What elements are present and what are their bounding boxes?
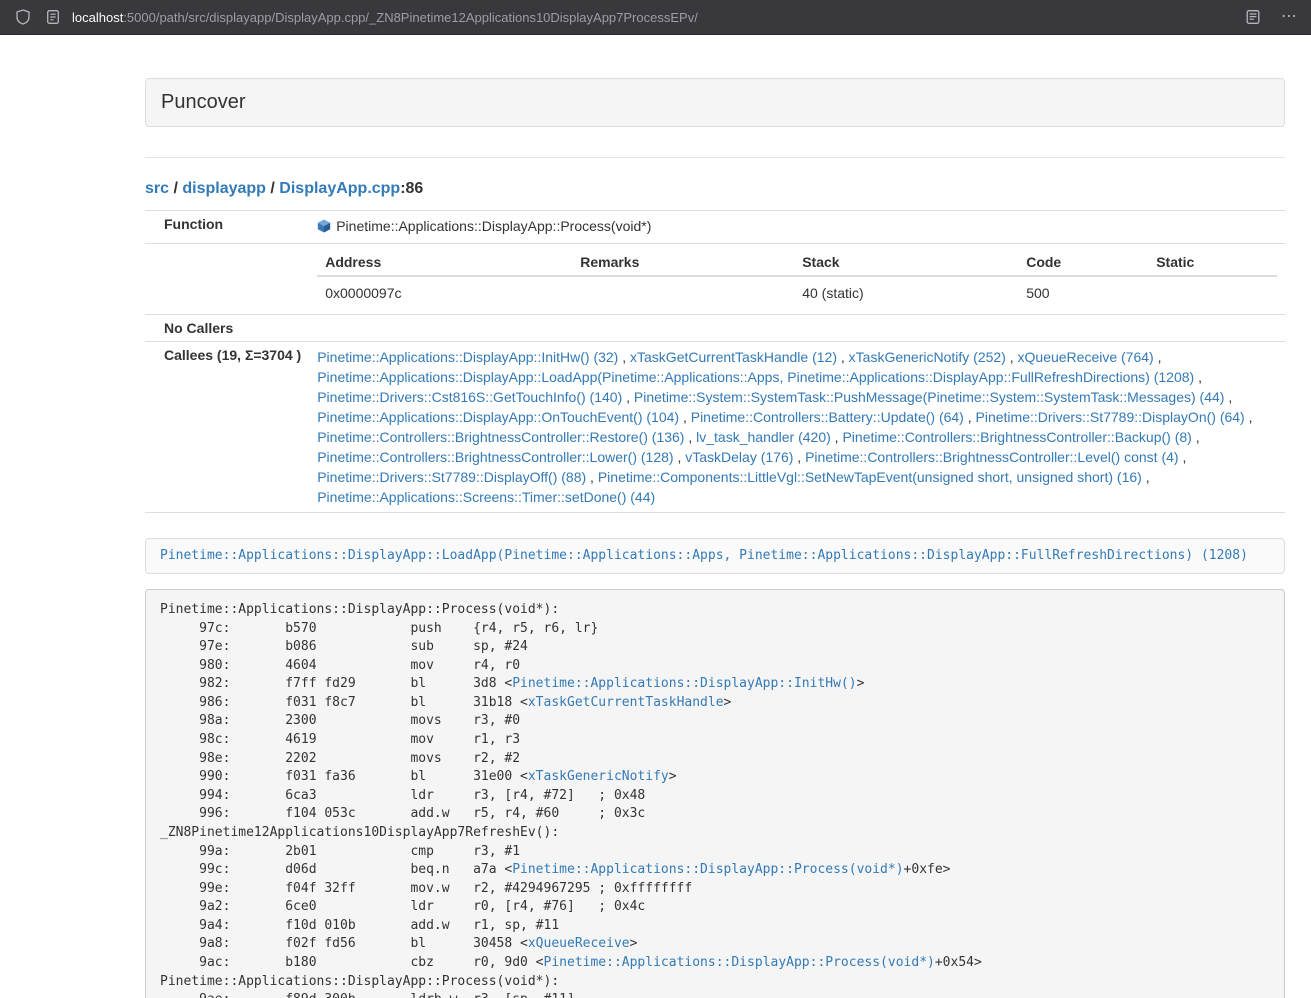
- code-value: 500: [1018, 276, 1148, 309]
- code-symbol-link[interactable]: xQueueReceive: [528, 936, 630, 951]
- metrics-table: Address Remarks Stack Code Static 0x0000…: [317, 249, 1277, 309]
- metrics-row-label: [145, 244, 309, 315]
- callee-link[interactable]: lv_task_handler (420): [696, 429, 831, 445]
- code-symbol-link[interactable]: Pinetime::Applications::DisplayApp::Init…: [512, 676, 856, 691]
- breadcrumb-links: src / displayapp / DisplayApp.cpp: [145, 180, 400, 197]
- url-bar[interactable]: localhost:5000/path/src/displayapp/Displ…: [72, 10, 698, 25]
- disassembly-code-block: Pinetime::Applications::DisplayApp::Proc…: [145, 589, 1285, 998]
- callee-link[interactable]: Pinetime::Controllers::BrightnessControl…: [805, 449, 1178, 465]
- url-path: :5000/path/src/displayapp/DisplayApp.cpp…: [123, 10, 698, 25]
- url-host: localhost: [72, 10, 123, 25]
- function-row: Function Pinetime::Applications::Display…: [145, 211, 1285, 244]
- function-name: Pinetime::Applications::DisplayApp::Proc…: [336, 218, 651, 234]
- app-title-panel: Puncover: [145, 78, 1285, 127]
- callee-link[interactable]: Pinetime::Controllers::Battery::Update()…: [691, 409, 964, 425]
- symbol-table: Function Pinetime::Applications::Display…: [145, 210, 1285, 513]
- stack-header: Stack: [794, 249, 1018, 276]
- metrics-row: Address Remarks Stack Code Static 0x0000…: [145, 244, 1285, 315]
- callee-link[interactable]: Pinetime::Components::LittleVgl::SetNewT…: [598, 469, 1142, 485]
- stack-value: 40 (static): [794, 276, 1018, 309]
- callees-list: Pinetime::Applications::DisplayApp::Init…: [309, 342, 1285, 513]
- remarks-value: [572, 276, 794, 309]
- metrics-header-row: Address Remarks Stack Code Static: [317, 249, 1277, 276]
- code-symbol-link[interactable]: Pinetime::Applications::DisplayApp::Proc…: [544, 955, 935, 970]
- callee-link[interactable]: Pinetime::Controllers::BrightnessControl…: [317, 449, 673, 465]
- breadcrumb-link[interactable]: displayapp: [182, 180, 266, 197]
- divider: [145, 157, 1285, 158]
- code-header: Code: [1018, 249, 1148, 276]
- menu-icon[interactable]: ⋯: [1281, 9, 1298, 25]
- metrics-cell: Address Remarks Stack Code Static 0x0000…: [309, 244, 1285, 315]
- callee-link[interactable]: Pinetime::Drivers::St7789::DisplayOn() (…: [976, 409, 1245, 425]
- callee-link[interactable]: Pinetime::System::SystemTask::PushMessag…: [634, 389, 1225, 405]
- breadcrumb: src / displayapp / DisplayApp.cpp:86: [145, 180, 1285, 198]
- function-label: Function: [145, 211, 309, 244]
- no-callers-label: No Callers: [145, 315, 309, 342]
- callee-link[interactable]: Pinetime::Drivers::St7789::DisplayOff() …: [317, 469, 586, 485]
- no-callers-row: No Callers: [145, 315, 1285, 342]
- callee-link[interactable]: Pinetime::Drivers::Cst816S::GetTouchInfo…: [317, 389, 622, 405]
- function-type-icon: [317, 218, 331, 238]
- page-title: Puncover: [146, 79, 1284, 126]
- page-icon[interactable]: [43, 7, 63, 27]
- callee-link[interactable]: xTaskGetCurrentTaskHandle (12): [630, 349, 837, 365]
- browser-toolbar: localhost:5000/path/src/displayapp/Displ…: [0, 0, 1311, 35]
- code-symbol-link[interactable]: Pinetime::Applications::DisplayApp::Proc…: [512, 862, 903, 877]
- callee-link[interactable]: Pinetime::Applications::DisplayApp::Load…: [317, 369, 1194, 385]
- code-symbol-link[interactable]: xTaskGenericNotify: [528, 769, 669, 784]
- address-value: 0x0000097c: [317, 276, 572, 309]
- callee-link[interactable]: vTaskDelay (176): [685, 449, 793, 465]
- static-value: [1148, 276, 1277, 309]
- selected-symbol-box: Pinetime::Applications::DisplayApp::Load…: [145, 538, 1285, 574]
- selected-symbol-link[interactable]: Pinetime::Applications::DisplayApp::Load…: [160, 548, 1248, 563]
- shield-icon[interactable]: [13, 7, 33, 27]
- metrics-data-row: 0x0000097c 40 (static) 500: [317, 276, 1277, 309]
- callee-link[interactable]: Pinetime::Applications::DisplayApp::OnTo…: [317, 409, 679, 425]
- toolbar-actions: ⋯: [1243, 7, 1298, 27]
- no-callers-cell: [309, 315, 1285, 342]
- remarks-header: Remarks: [572, 249, 794, 276]
- callee-link[interactable]: Pinetime::Controllers::BrightnessControl…: [842, 429, 1191, 445]
- reader-view-icon[interactable]: [1243, 7, 1263, 27]
- callee-link[interactable]: Pinetime::Applications::DisplayApp::Init…: [317, 349, 618, 365]
- breadcrumb-line-number: :86: [400, 180, 423, 197]
- callees-label: Callees (19, Σ=3704 ): [145, 342, 309, 513]
- callee-link[interactable]: Pinetime::Applications::Screens::Timer::…: [317, 489, 655, 505]
- breadcrumb-link[interactable]: src: [145, 180, 169, 197]
- code-symbol-link[interactable]: xTaskGetCurrentTaskHandle: [528, 695, 724, 710]
- breadcrumb-link[interactable]: DisplayApp.cpp: [279, 180, 400, 197]
- address-header: Address: [317, 249, 572, 276]
- callee-link[interactable]: Pinetime::Controllers::BrightnessControl…: [317, 429, 684, 445]
- function-cell: Pinetime::Applications::DisplayApp::Proc…: [309, 211, 1285, 244]
- callees-row: Callees (19, Σ=3704 ) Pinetime::Applicat…: [145, 342, 1285, 513]
- callee-link[interactable]: xQueueReceive (764): [1018, 349, 1154, 365]
- callee-link[interactable]: xTaskGenericNotify (252): [849, 349, 1006, 365]
- static-header: Static: [1148, 249, 1277, 276]
- page-content: Puncover src / displayapp / DisplayApp.c…: [145, 78, 1285, 998]
